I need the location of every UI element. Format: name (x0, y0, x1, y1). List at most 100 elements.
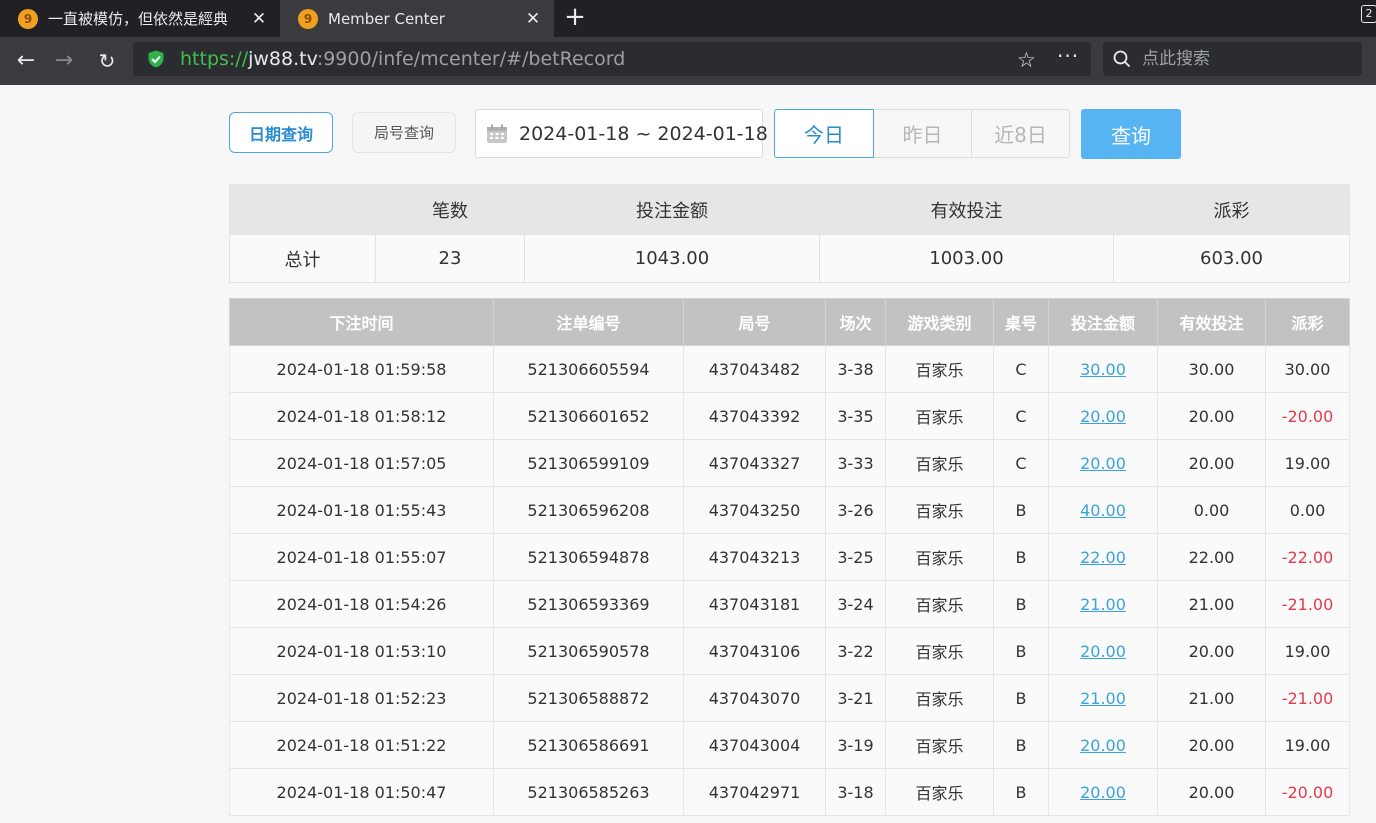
payout-cell: -20.00 (1265, 768, 1350, 816)
session-cell: 3-19 (825, 721, 886, 769)
bet-amount-link[interactable]: 22.00 (1048, 533, 1158, 581)
game-type-cell: 百家乐 (885, 533, 994, 581)
summary-header: 笔数 (375, 184, 525, 235)
bet-time-cell: 2024-01-18 01:50:47 (229, 768, 494, 816)
summary-table: 笔数 投注金额 有效投注 派彩 总计 23 1043.00 1003.00 60… (229, 184, 1350, 283)
bet-time-cell: 2024-01-18 01:59:58 (229, 345, 494, 393)
bet-amount-link[interactable]: 30.00 (1048, 345, 1158, 393)
order-number-cell: 521306599109 (493, 439, 684, 487)
bet-records-table: 下注时间 注单编号 局号 场次 游戏类别 桌号 投注金额 有效投注 派彩 2024-01-18 … (229, 298, 1350, 816)
close-icon[interactable]: ✕ (520, 9, 546, 29)
bet-amount-link[interactable]: 21.00 (1048, 580, 1158, 628)
bet-time-cell: 2024-01-18 01:55:43 (229, 486, 494, 534)
payout-cell: 30.00 (1265, 345, 1350, 393)
browser-tab-active[interactable]: 9 Member Center ✕ (280, 0, 554, 37)
today-button[interactable]: 今日 (774, 109, 874, 158)
bet-time-cell: 2024-01-18 01:52:23 (229, 674, 494, 722)
close-icon[interactable]: ✕ (246, 9, 272, 29)
game-type-cell: 百家乐 (885, 580, 994, 628)
forward-arrow-icon[interactable]: → (49, 47, 79, 75)
bet-time-cell: 2024-01-18 01:57:05 (229, 439, 494, 487)
valid-bet-cell: 22.00 (1157, 533, 1266, 581)
bet-amount-link[interactable]: 21.00 (1048, 674, 1158, 722)
bet-amount-link[interactable]: 20.00 (1048, 392, 1158, 440)
url-text[interactable]: https://jw88.tv:9900/infe/mcenter/#/betR… (180, 42, 625, 76)
bet-amount-link[interactable]: 20.00 (1048, 439, 1158, 487)
reload-icon[interactable]: ↻ (92, 47, 122, 75)
order-number-cell: 521306590578 (493, 627, 684, 675)
session-cell: 3-26 (825, 486, 886, 534)
summary-header: 派彩 (1113, 184, 1350, 235)
round-number-cell: 437043327 (683, 439, 826, 487)
bet-time-cell: 2024-01-18 01:58:12 (229, 392, 494, 440)
session-cell: 3-38 (825, 345, 886, 393)
date-range-picker[interactable]: 2024-01-18 ~ 2024-01-18 (475, 109, 768, 158)
table-number-cell: B (993, 768, 1049, 816)
search-icon (1113, 50, 1131, 68)
bet-amount-link[interactable]: 20.00 (1048, 627, 1158, 675)
order-number-cell: 521306605594 (493, 345, 684, 393)
last-8-days-button[interactable]: 近8日 (972, 109, 1070, 158)
tab-count-badge[interactable]: 2 (1361, 5, 1376, 23)
session-cell: 3-25 (825, 533, 886, 581)
table-row: 2024-01-18 01:54:26 521306593369 437043181… (229, 580, 1350, 628)
more-icon[interactable]: ··· (1057, 44, 1079, 68)
payout-cell: -21.00 (1265, 580, 1350, 628)
round-number-cell: 437042971 (683, 768, 826, 816)
valid-bet-cell: 30.00 (1157, 345, 1266, 393)
bet-amount-link[interactable]: 20.00 (1048, 768, 1158, 816)
browser-toolbar: ← → ↻ https://jw88.tv:9900/infe/mcenter/… (0, 37, 1376, 85)
order-number-cell: 521306593369 (493, 580, 684, 628)
quick-date-selector: 今日 昨日 近8日 (774, 109, 1070, 158)
search-box[interactable]: 点此搜索 (1103, 42, 1362, 76)
payout-cell: 19.00 (1265, 721, 1350, 769)
query-button[interactable]: 查询 (1081, 109, 1181, 159)
session-cell: 3-21 (825, 674, 886, 722)
round-number-cell: 437043250 (683, 486, 826, 534)
payout-cell: -20.00 (1265, 392, 1350, 440)
round-number-header: 局号 (683, 298, 826, 346)
address-bar[interactable]: https://jw88.tv:9900/infe/mcenter/#/betR… (133, 42, 1091, 76)
game-type-cell: 百家乐 (885, 674, 994, 722)
date-query-button[interactable]: 日期查询 (229, 112, 333, 153)
session-cell: 3-35 (825, 392, 886, 440)
new-tab-icon[interactable]: + (562, 4, 588, 32)
round-query-button[interactable]: 局号查询 (352, 112, 456, 153)
bet-amount-link[interactable]: 20.00 (1048, 721, 1158, 769)
order-number-cell: 521306588872 (493, 674, 684, 722)
order-number-header: 注单编号 (493, 298, 684, 346)
browser-tab-bar: 9 一直被模仿，但依然是經典 ✕ 9 Member Center ✕ + 2 (0, 0, 1376, 37)
browser-tab[interactable]: 9 一直被模仿，但依然是經典 ✕ (0, 0, 280, 37)
valid-bet-cell: 20.00 (1157, 627, 1266, 675)
bet-amount-link[interactable]: 40.00 (1048, 486, 1158, 534)
bet-amount-header: 投注金额 (1048, 298, 1158, 346)
tab-title: Member Center (328, 9, 445, 28)
game-type-header: 游戏类别 (885, 298, 994, 346)
payout-cell: 0.00 (1265, 486, 1350, 534)
valid-bet-cell: 20.00 (1157, 768, 1266, 816)
summary-header-row: 笔数 投注金额 有效投注 派彩 (229, 184, 1350, 235)
session-cell: 3-24 (825, 580, 886, 628)
payout-header: 派彩 (1265, 298, 1350, 346)
game-type-cell: 百家乐 (885, 627, 994, 675)
yesterday-button[interactable]: 昨日 (874, 109, 972, 158)
valid-bet-header: 有效投注 (1157, 298, 1266, 346)
table-row: 2024-01-18 01:55:43 521306596208 437043250… (229, 486, 1350, 534)
table-row: 2024-01-18 01:57:05 521306599109 437043327… (229, 439, 1350, 487)
payout-cell: 19.00 (1265, 439, 1350, 487)
table-row: 2024-01-18 01:50:47 521306585263 437042971… (229, 768, 1350, 816)
summary-cell: 603.00 (1113, 234, 1350, 283)
calendar-icon (487, 124, 507, 143)
round-number-cell: 437043392 (683, 392, 826, 440)
payout-cell: -21.00 (1265, 674, 1350, 722)
summary-cell: 1003.00 (819, 234, 1114, 283)
session-cell: 3-22 (825, 627, 886, 675)
lottery-logo-icon: 9 (298, 8, 318, 29)
table-row: 2024-01-18 01:58:12 521306601652 437043392… (229, 392, 1350, 440)
back-arrow-icon[interactable]: ← (11, 47, 41, 75)
table-number-cell: B (993, 486, 1049, 534)
session-cell: 3-33 (825, 439, 886, 487)
bet-record-page: 日期查询 局号查询 2024-01-18 ~ 2024-01-18 今日 昨日 … (0, 85, 1376, 823)
bookmark-star-icon[interactable]: ☆ (1017, 48, 1036, 72)
table-row: 2024-01-18 01:51:22 521306586691 437043004… (229, 721, 1350, 769)
